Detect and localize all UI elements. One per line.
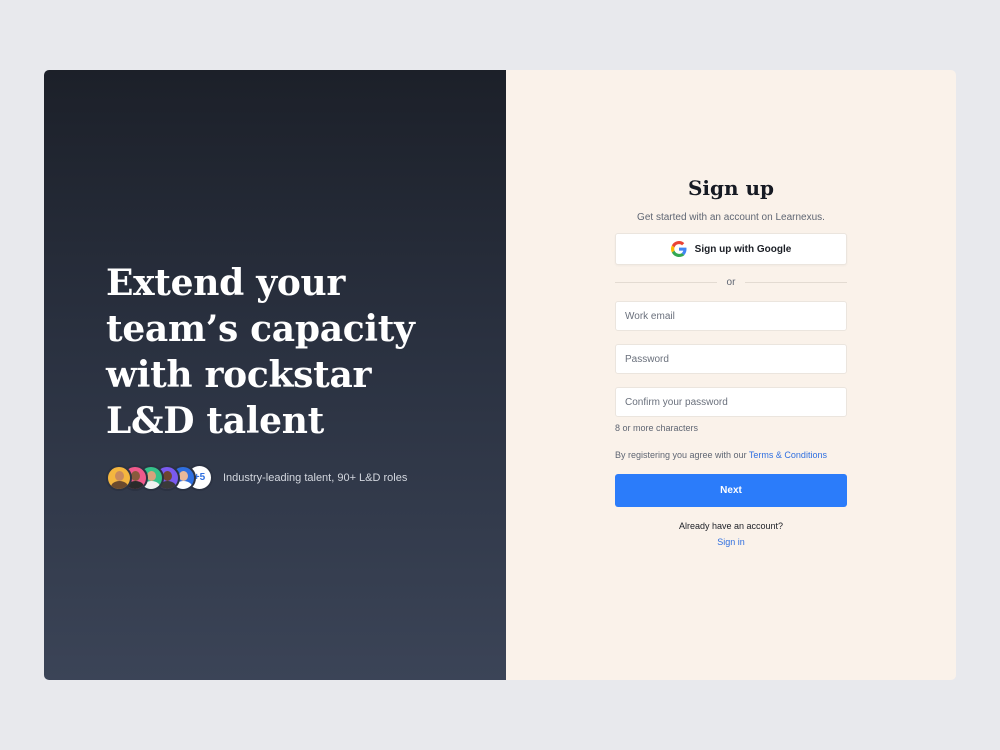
or-divider: or [615,275,847,289]
hero-panel: Extend your team’s capacity with rocksta… [44,70,506,680]
terms-link[interactable]: Terms & Conditions [749,450,827,460]
password-hint: 8 or more characters [615,423,699,433]
avatar-head [163,470,172,481]
have-account-text: Already have an account? [678,521,784,531]
avatar-head [179,470,188,481]
divider-line-left [615,281,717,283]
signup-card: Extend your team’s capacity with rocksta… [44,70,956,680]
social-proof-text: Industry-leading talent, 90+ L&D roles [223,471,408,484]
confirm-password-input[interactable] [615,387,847,417]
avatar-head [131,470,140,481]
avatar-stack [106,464,196,491]
terms-notice: By registering you agree with our Terms … [615,450,847,460]
avatar [106,464,132,491]
signup-form: Sign up Get started with an account on L… [615,174,847,547]
form-panel: Sign up Get started with an account on L… [506,70,956,680]
avatar-head [147,470,156,481]
social-proof: +5 Industry-leading talent, 90+ L&D role… [106,464,407,491]
avatar-head [115,470,124,481]
signin-link[interactable]: Sign in [717,537,745,547]
terms-prefix: By registering you agree with our [615,450,747,460]
google-icon [670,241,687,257]
work-email-input[interactable] [615,301,847,331]
form-subtitle: Get started with an account on Learnexus… [637,212,825,223]
signin-row: Sign in [615,537,847,547]
form-title: Sign up [687,176,775,200]
password-input[interactable] [615,344,847,374]
google-signup-label: Sign up with Google [694,243,792,255]
hero-headline: Extend your team’s capacity with rocksta… [106,262,415,442]
divider-text: or [726,276,736,288]
avatar-body [111,480,128,489]
next-button[interactable]: Next [615,474,847,507]
google-signup-button[interactable]: Sign up with Google [615,233,847,265]
divider-line-right [745,281,847,283]
